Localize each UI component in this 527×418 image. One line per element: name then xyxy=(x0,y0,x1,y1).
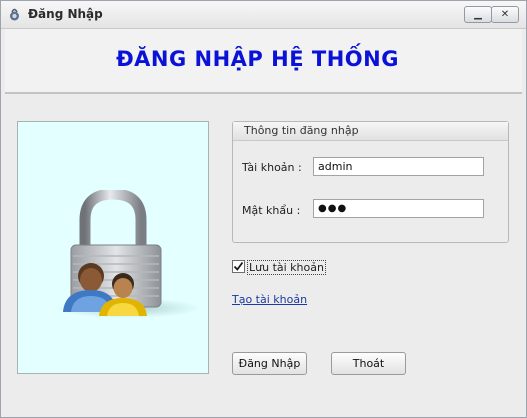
title-bar: Đăng Nhập ▁ ✕ xyxy=(1,1,526,29)
app-icon xyxy=(10,8,19,21)
password-field[interactable]: ●●● xyxy=(313,199,484,218)
login-info-header: Thông tin đăng nhập xyxy=(233,122,508,141)
remember-checkbox[interactable] xyxy=(232,260,245,273)
username-label: Tài khoản : xyxy=(242,161,302,174)
close-button[interactable]: ✕ xyxy=(491,6,519,23)
login-info-title: Thông tin đăng nhập xyxy=(244,124,359,137)
image-panel xyxy=(17,121,209,374)
login-info-group: Thông tin đăng nhập xyxy=(232,121,509,243)
window-title: Đăng Nhập xyxy=(28,7,103,21)
page-title: ĐĂNG NHẬP HỆ THỐNG xyxy=(116,47,399,71)
minimize-icon: ▁ xyxy=(474,9,482,20)
password-label: Mật khẩu : xyxy=(242,204,301,217)
create-account-link[interactable]: Tạo tài khoản xyxy=(232,293,307,306)
lock-users-icon xyxy=(56,190,200,318)
checkmark-icon xyxy=(233,261,244,271)
username-field[interactable]: admin xyxy=(313,157,484,176)
login-button[interactable]: Đăng Nhập xyxy=(232,352,307,375)
login-window: Đăng Nhập ▁ ✕ ĐĂNG NHẬP HỆ THỐNG Thông t… xyxy=(0,0,527,418)
exit-button[interactable]: Thoát xyxy=(331,352,406,375)
minimize-button[interactable]: ▁ xyxy=(464,6,492,23)
remember-label[interactable]: Lưu tài khoản xyxy=(247,260,326,275)
header-panel: ĐĂNG NHẬP HỆ THỐNG xyxy=(5,29,522,94)
close-icon: ✕ xyxy=(500,9,510,20)
